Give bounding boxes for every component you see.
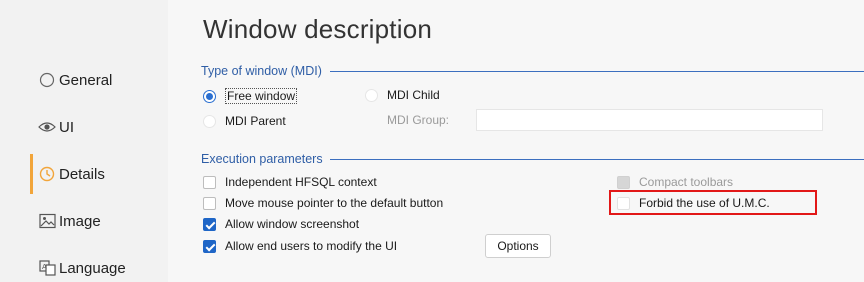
mdi-group-label: MDI Group: xyxy=(387,113,450,127)
options-button[interactable]: Options xyxy=(485,234,551,258)
checkbox-disabled-icon xyxy=(617,175,630,189)
checkbox-checked-icon xyxy=(203,239,216,253)
allow-modify-ui-label: Allow end users to modify the UI xyxy=(225,239,398,253)
radio-circle-icon xyxy=(38,71,56,89)
sidebar-item-image[interactable]: Image xyxy=(30,201,101,241)
language-icon: A xyxy=(38,259,56,277)
compact-toolbars-checkbox[interactable]: Compact toolbars xyxy=(617,175,733,189)
radio-unselected-icon xyxy=(365,88,378,102)
sidebar-item-details[interactable]: Details xyxy=(30,154,105,194)
independent-context-checkbox[interactable]: Independent HFSQL context xyxy=(203,175,377,189)
move-pointer-label: Move mouse pointer to the default button xyxy=(225,196,444,210)
sidebar-item-language[interactable]: A Language xyxy=(30,248,126,282)
execution-group-title: Execution parameters xyxy=(201,152,323,166)
sidebar-item-label: Details xyxy=(59,165,105,183)
checkbox-unchecked-icon xyxy=(203,175,216,189)
execution-divider xyxy=(330,159,864,160)
independent-context-label: Independent HFSQL context xyxy=(225,175,377,189)
allow-screenshot-label: Allow window screenshot xyxy=(225,217,360,231)
sidebar-item-general[interactable]: General xyxy=(30,60,112,100)
clock-icon xyxy=(38,165,56,183)
sidebar-item-label: Image xyxy=(59,212,101,230)
free-window-radio[interactable]: Free window xyxy=(203,88,298,104)
sidebar-item-label: General xyxy=(59,71,113,89)
radio-unselected-icon xyxy=(203,114,216,128)
checkbox-unchecked-icon xyxy=(203,196,216,210)
sidebar-item-ui[interactable]: UI xyxy=(30,107,74,147)
mdi-parent-radio[interactable]: MDI Parent xyxy=(203,114,286,128)
window-type-group-title: Type of window (MDI) xyxy=(201,64,322,78)
allow-modify-ui-checkbox[interactable]: Allow end users to modify the UI xyxy=(203,239,397,253)
radio-selected-icon xyxy=(203,89,216,103)
highlight-box xyxy=(609,190,817,215)
window-type-divider xyxy=(330,71,864,72)
mdi-parent-label: MDI Parent xyxy=(225,114,286,128)
image-icon xyxy=(38,212,56,230)
page-title: Window description xyxy=(203,14,433,44)
mdi-group-field[interactable] xyxy=(476,109,823,131)
move-pointer-checkbox[interactable]: Move mouse pointer to the default button xyxy=(203,196,443,210)
sidebar-item-label: UI xyxy=(59,118,74,136)
sidebar-item-label: Language xyxy=(59,259,126,277)
main-panel: Window description Type of window (MDI) … xyxy=(168,0,864,282)
svg-text:A: A xyxy=(42,263,47,271)
mdi-child-label: MDI Child xyxy=(387,88,440,102)
checkbox-checked-icon xyxy=(203,217,216,231)
allow-screenshot-checkbox[interactable]: Allow window screenshot xyxy=(203,217,359,231)
eye-icon xyxy=(38,118,56,136)
free-window-label: Free window xyxy=(225,88,298,104)
compact-toolbars-label: Compact toolbars xyxy=(639,175,734,189)
sidebar: General UI Details Image A Language xyxy=(0,0,168,282)
mdi-child-radio[interactable]: MDI Child xyxy=(365,88,440,102)
